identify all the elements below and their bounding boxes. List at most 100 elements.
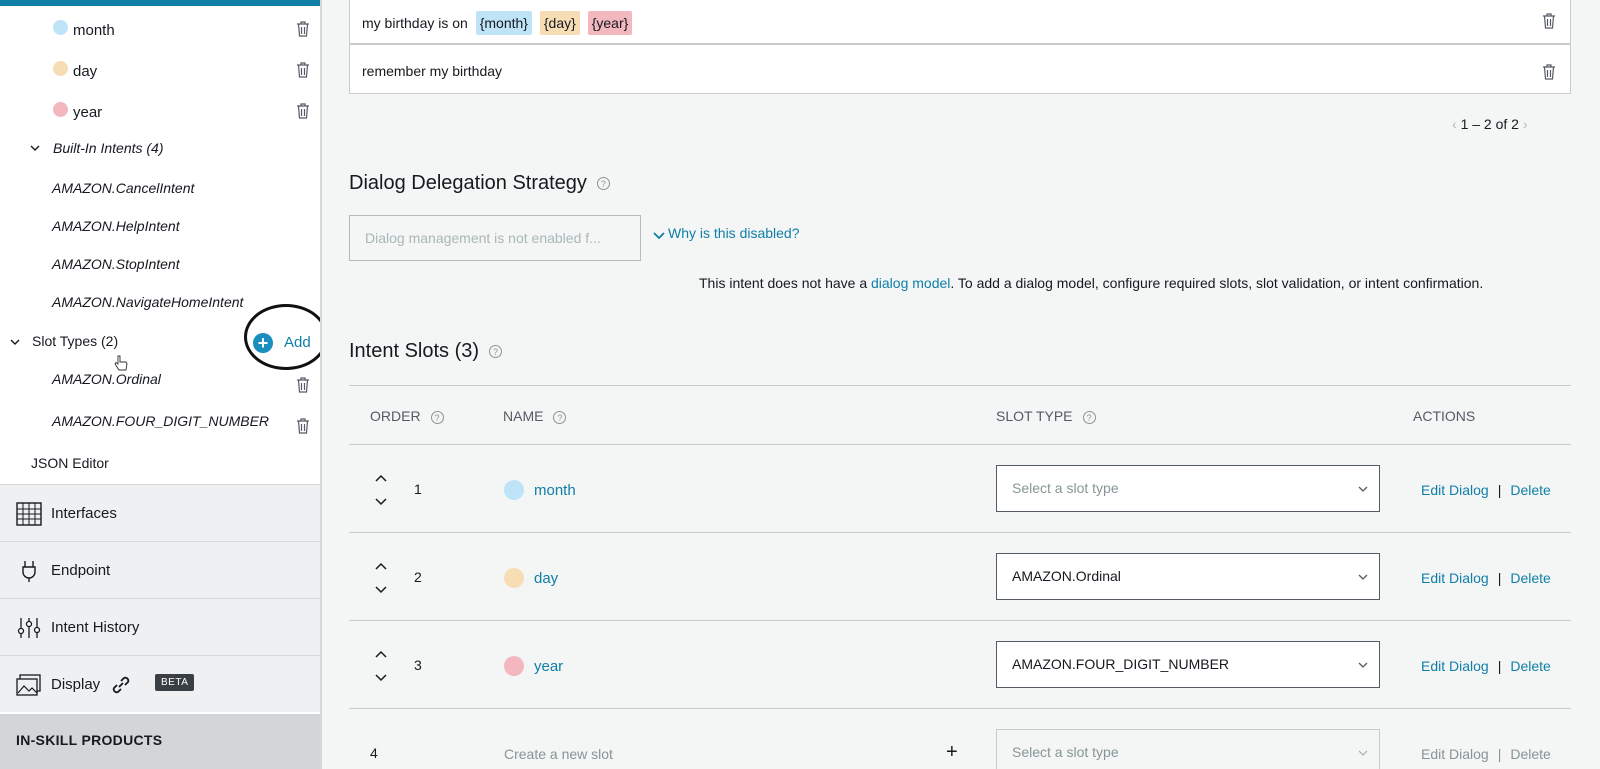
section-title-text: Intent Slots (3) [349, 340, 480, 362]
sidebar-slot-day[interactable]: day [0, 57, 320, 97]
sidebar-slot-label: year [73, 104, 103, 121]
utterance-row[interactable]: remember my birthday [349, 44, 1571, 94]
nav-interfaces[interactable]: Interfaces [0, 484, 320, 541]
edit-dialog-link: Edit Dialog [1421, 746, 1489, 762]
slot-color-dot [504, 480, 524, 500]
slot-chip-day: {day} [539, 11, 580, 35]
trash-icon[interactable] [296, 418, 310, 434]
slot-type-select[interactable]: AMAZON.FOUR_DIGIT_NUMBER [996, 641, 1380, 688]
builtin-intents-header: Built-In Intents (4) [53, 140, 164, 156]
edit-dialog-link[interactable]: Edit Dialog [1421, 482, 1489, 498]
sidebar-json-editor[interactable]: JSON Editor [31, 455, 109, 471]
slot-type-select[interactable]: Select a slot type [996, 465, 1380, 512]
link-icon[interactable] [110, 674, 132, 696]
chevron-down-icon [653, 232, 665, 240]
intent-slots-title: Intent Slots (3)? [349, 340, 503, 363]
select-value: Select a slot type [1012, 480, 1119, 496]
nav-intent-history[interactable]: Intent History [0, 598, 320, 655]
dialog-model-notice: This intent does not have a dialog model… [699, 275, 1483, 291]
sidebar-slot-year[interactable]: year [0, 98, 320, 138]
nav-label: Endpoint [51, 562, 111, 579]
slot-type-select[interactable]: AMAZON.Ordinal [996, 553, 1380, 600]
notice-text-after: . To add a dialog model, configure requi… [950, 275, 1484, 291]
chevron-down-icon [1358, 750, 1368, 756]
sidebar-slottype-ordinal[interactable]: AMAZON.Ordinal [52, 371, 161, 387]
nav-label: Interfaces [51, 505, 117, 522]
utterance-prefix: my birthday is on [362, 15, 468, 31]
slot-name-link[interactable]: year [534, 658, 563, 675]
trash-icon[interactable] [296, 103, 310, 119]
trash-icon[interactable] [1542, 64, 1556, 80]
section-title-text: Dialog Delegation Strategy [349, 172, 587, 194]
select-value: AMAZON.Ordinal [1012, 568, 1121, 584]
slot-color-dot [504, 656, 524, 676]
trash-icon[interactable] [1542, 13, 1556, 29]
table-row: 2 day AMAZON.Ordinal Edit Dialog | Delete [349, 533, 1571, 621]
sidebar: month day year Built-In Intents (4) AMAZ… [0, 0, 322, 769]
trash-icon[interactable] [296, 377, 310, 393]
new-slot-row: 4 Create a new slot + Select a slot type… [349, 709, 1571, 769]
pagination: ‹ 1 – 2 of 2 › [1452, 116, 1528, 132]
utterance-row[interactable]: my birthday is on {month} {day} {year} [349, 0, 1571, 44]
sidebar-intent-navigatehome[interactable]: AMAZON.NavigateHomeIntent [52, 294, 243, 310]
annotation-circle [244, 304, 320, 370]
slot-type-select: Select a slot type [996, 729, 1380, 769]
reorder-arrows-icon[interactable] [374, 561, 388, 595]
slot-order: 1 [414, 481, 422, 497]
new-slot-input[interactable]: Create a new slot [504, 746, 613, 762]
plus-icon[interactable]: + [946, 741, 958, 764]
beta-badge: BETA [155, 674, 195, 691]
help-icon[interactable]: ? [553, 410, 567, 424]
sidebar-intent-stop[interactable]: AMAZON.StopIntent [52, 256, 180, 272]
sidebar-slottype-fourdigit[interactable]: AMAZON.FOUR_DIGIT_NUMBER [52, 413, 269, 429]
help-icon[interactable]: ? [1082, 410, 1096, 424]
chevron-down-icon [1358, 486, 1368, 492]
table-row: 3 year AMAZON.FOUR_DIGIT_NUMBER Edit Dia… [349, 621, 1571, 709]
slot-order: 4 [370, 745, 378, 761]
dialog-delegation-title: Dialog Delegation Strategy? [349, 172, 610, 195]
nav-in-skill-products[interactable]: IN-SKILL PRODUCTS [0, 714, 320, 769]
sidebar-intent-cancel[interactable]: AMAZON.CancelIntent [52, 180, 194, 196]
slot-name-link[interactable]: month [534, 482, 576, 499]
slot-name-link[interactable]: day [534, 570, 558, 587]
help-icon[interactable]: ? [596, 177, 610, 191]
trash-icon[interactable] [296, 21, 310, 37]
nav-endpoint[interactable]: Endpoint [0, 541, 320, 598]
edit-dialog-link[interactable]: Edit Dialog [1421, 570, 1489, 586]
main-content: my birthday is on {month} {day} {year} r… [322, 0, 1600, 769]
chevron-down-icon [1358, 574, 1368, 580]
utterance-text: my birthday is on {month} {day} {year} [362, 11, 633, 35]
slot-color-dot [53, 61, 68, 76]
trash-icon[interactable] [296, 62, 310, 78]
column-header-slot-type: SLOT TYPE? [996, 408, 1096, 424]
row-actions: Edit Dialog | Delete [1421, 658, 1551, 674]
delete-link[interactable]: Delete [1510, 658, 1550, 674]
dialog-strategy-select: Dialog management is not enabled f... [349, 215, 641, 261]
sidebar-top-accent [0, 0, 320, 6]
sidebar-slot-month[interactable]: month [0, 16, 320, 56]
slot-color-dot [53, 102, 68, 117]
dialog-model-link[interactable]: dialog model [871, 275, 950, 291]
delete-link[interactable]: Delete [1510, 570, 1550, 586]
row-actions: Edit Dialog | Delete [1421, 482, 1551, 498]
slot-chip-month: {month} [475, 11, 532, 35]
nav-display[interactable]: Display BETA [0, 655, 320, 712]
why-disabled-toggle[interactable]: Why is this disabled? [653, 225, 800, 241]
chevron-down-icon [1358, 662, 1368, 668]
help-icon[interactable]: ? [489, 345, 503, 359]
help-icon[interactable]: ? [430, 410, 444, 424]
notice-text-before: This intent does not have a [699, 275, 868, 291]
sliders-icon [17, 618, 41, 638]
reorder-arrows-icon[interactable] [374, 649, 388, 683]
delete-link[interactable]: Delete [1510, 482, 1550, 498]
nav-label: Intent History [51, 619, 140, 636]
separator: | [1497, 482, 1502, 498]
edit-dialog-link[interactable]: Edit Dialog [1421, 658, 1489, 674]
nav-label: IN-SKILL PRODUCTS [16, 732, 163, 748]
chevron-right-icon[interactable]: › [1523, 116, 1528, 132]
separator: | [1497, 658, 1502, 674]
sidebar-intent-help[interactable]: AMAZON.HelpIntent [52, 218, 180, 234]
reorder-arrows-icon[interactable] [374, 473, 388, 507]
chevron-left-icon[interactable]: ‹ [1452, 116, 1457, 132]
column-header-actions: ACTIONS [1413, 408, 1476, 424]
